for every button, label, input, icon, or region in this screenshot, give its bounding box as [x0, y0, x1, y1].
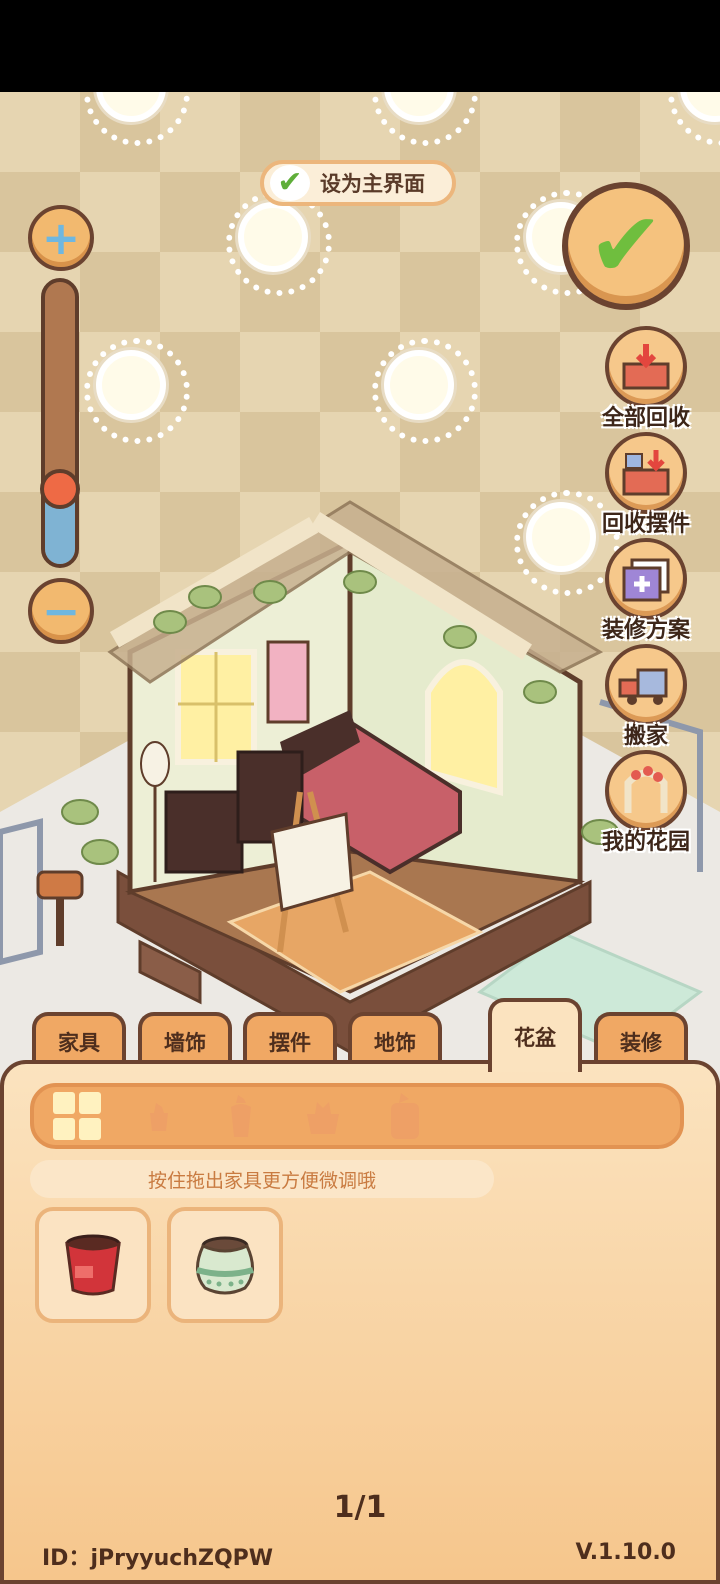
page-indicator: 1/1 [333, 1490, 387, 1525]
check-icon: ✔ [588, 193, 664, 298]
box-recycle-all-icon [605, 326, 687, 408]
tab-flowerpots[interactable]: 花盆 [488, 998, 582, 1072]
set-home-label: 设为主界面 [320, 172, 425, 196]
tab-label: 地饰 [374, 1031, 416, 1055]
move-house-label: 搬家 [623, 724, 668, 749]
zoom-out-button[interactable]: − [28, 578, 94, 644]
item-slot-red-bucket-pot[interactable] [35, 1207, 151, 1323]
user-id: ID：jPryyuchZQPW [42, 1546, 274, 1571]
my-garden-button[interactable]: 我的花园 [596, 750, 696, 856]
moving-truck-icon [605, 644, 687, 726]
recycle-items-label: 回收摆件 [601, 512, 690, 537]
recycle-all-button[interactable]: 全部回收 [596, 326, 696, 432]
category-filter-bar [30, 1083, 684, 1149]
zoom-slider-handle[interactable] [40, 469, 80, 510]
plus-icon: + [41, 211, 81, 265]
confirm-button[interactable]: ✔ [562, 182, 690, 310]
red-bucket-pot-icon [65, 1234, 121, 1296]
status-bar [0, 0, 720, 92]
small-pot-icon[interactable] [136, 1091, 182, 1141]
recycle-items-button[interactable]: 回收摆件 [596, 432, 696, 538]
vase-pot-icon[interactable] [382, 1091, 428, 1141]
planter-icon[interactable] [300, 1091, 346, 1141]
my-garden-label: 我的花园 [601, 830, 690, 855]
version-label: V.1.10.0 [575, 1540, 677, 1565]
tab-label: 墙饰 [164, 1031, 206, 1055]
minus-icon: − [41, 584, 81, 638]
zoom-slider[interactable] [41, 278, 79, 568]
drag-hint: 按住拖出家具更方便微调哦 [30, 1160, 494, 1198]
recycle-all-label: 全部回收 [601, 406, 690, 431]
garden-arch-icon [605, 750, 687, 832]
tab-label: 摆件 [269, 1031, 311, 1055]
decoration-plan-label: 装修方案 [601, 618, 690, 643]
decoration-plan-button[interactable]: 装修方案 [596, 538, 696, 644]
green-jar-pot-icon [196, 1236, 254, 1295]
item-slot-green-jar-pot[interactable] [167, 1207, 283, 1323]
set-home-button[interactable]: ✔ 设为主界面 [260, 160, 456, 206]
move-house-button[interactable]: 搬家 [596, 644, 696, 750]
tab-label: 花盆 [514, 1026, 556, 1050]
tall-pot-icon[interactable] [218, 1091, 264, 1141]
all-grid-icon[interactable] [53, 1091, 101, 1141]
check-icon: ✔ [270, 165, 310, 201]
zoom-in-button[interactable]: + [28, 205, 94, 271]
box-recycle-item-icon [605, 432, 687, 514]
decoration-plan-icon [605, 538, 687, 620]
tab-label: 装修 [620, 1031, 662, 1055]
tab-label: 家具 [58, 1031, 100, 1055]
